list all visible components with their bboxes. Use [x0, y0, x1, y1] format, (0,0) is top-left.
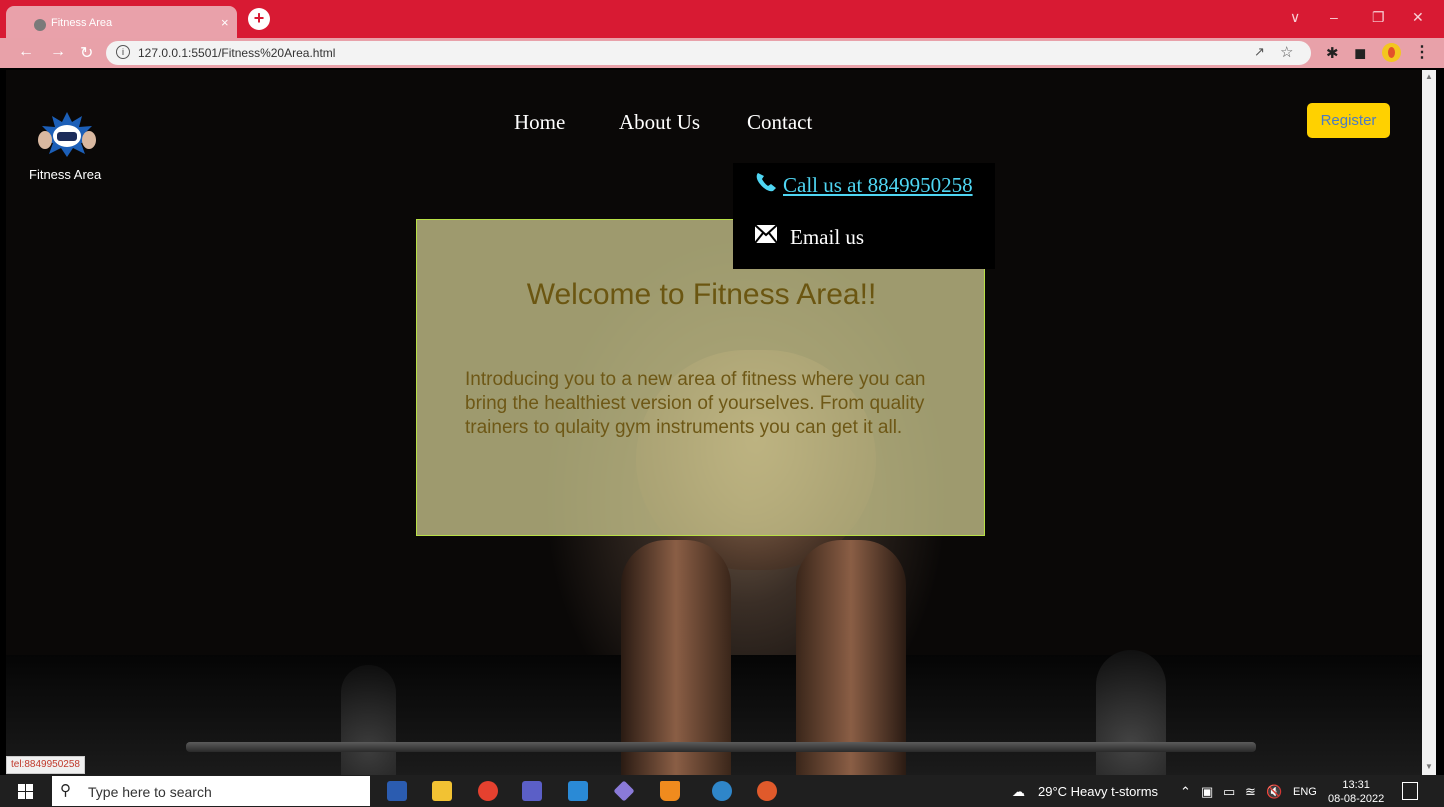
profile-avatar[interactable]	[1382, 43, 1401, 62]
background-athlete-leg	[796, 540, 906, 775]
phone-icon	[756, 173, 776, 192]
background-plate	[1096, 650, 1166, 775]
nav-about-us[interactable]: About Us	[619, 110, 700, 135]
scroll-down-icon[interactable]: ▼	[1425, 762, 1433, 771]
reload-icon[interactable]: ↻	[80, 43, 93, 63]
contact-dropdown: Call us at 8849950258 Email us	[733, 163, 995, 269]
wifi-icon[interactable]: ≊	[1245, 784, 1256, 800]
welcome-body: Introducing you to a new area of fitness…	[465, 369, 926, 438]
screen: Fitness Area × + ∨ – ❐ ✕ ← → ↻ i 127.0.0…	[0, 0, 1444, 807]
vscode-app-icon[interactable]	[568, 781, 588, 801]
tab-search-icon[interactable]: ∨	[1290, 9, 1300, 26]
meet-now-icon[interactable]: ▣	[1201, 784, 1213, 800]
tab-title: Fitness Area	[51, 17, 113, 29]
gitkraken-app-icon[interactable]	[613, 780, 635, 802]
scroll-up-icon[interactable]: ▲	[1425, 72, 1433, 81]
close-window-icon[interactable]: ✕	[1412, 9, 1424, 26]
menu-kebab-icon[interactable]: ⋮	[1414, 42, 1430, 62]
weather-cloud-icon[interactable]: ☁	[1012, 784, 1025, 800]
weather-text[interactable]: 29°C Heavy t-storms	[1038, 784, 1158, 799]
chrome-app-icon[interactable]	[478, 781, 498, 801]
language-indicator[interactable]: ENG	[1293, 786, 1317, 798]
restore-icon[interactable]: ❐	[1372, 9, 1385, 26]
chrome-profile-app-icon[interactable]	[712, 781, 732, 801]
back-icon[interactable]: ←	[18, 43, 34, 61]
file-explorer-icon[interactable]	[432, 781, 452, 801]
battery-icon[interactable]: ▭	[1223, 784, 1235, 800]
teams-app-icon[interactable]	[522, 781, 542, 801]
clock-time: 13:31	[1342, 779, 1370, 791]
background-plate	[341, 665, 396, 775]
envelope-icon	[755, 225, 777, 243]
register-button[interactable]: Register	[1307, 103, 1390, 138]
page-scrollbar[interactable]	[1422, 70, 1436, 775]
address-bar[interactable]: i 127.0.0.1:5501/Fitness%20Area.html ↗ ☆	[106, 41, 1311, 65]
taskbar-clock[interactable]: 13:31 08-08-2022	[1328, 778, 1384, 806]
page-viewport: Fitness Area Home About Us Contact Regis…	[6, 70, 1422, 775]
nav-home[interactable]: Home	[514, 110, 565, 135]
fitness-logo-icon[interactable]	[36, 110, 98, 158]
globe-icon	[34, 19, 46, 31]
share-icon[interactable]: ↗	[1254, 44, 1265, 60]
url-text[interactable]: 127.0.0.1:5501/Fitness%20Area.html	[138, 46, 335, 60]
extensions-puzzle-icon[interactable]: ✱	[1326, 44, 1339, 62]
address-bar-row: ← → ↻ i 127.0.0.1:5501/Fitness%20Area.ht…	[0, 38, 1444, 68]
vlc-app-icon[interactable]	[660, 781, 680, 801]
forward-icon[interactable]: →	[50, 43, 66, 61]
clock-date: 08-08-2022	[1328, 793, 1385, 805]
bookmark-star-icon[interactable]: ☆	[1280, 43, 1293, 61]
tab-close-icon[interactable]: ×	[221, 15, 229, 30]
logo-text[interactable]: Fitness Area	[29, 167, 101, 182]
call-us-text[interactable]: Call us at 8849950258	[783, 173, 973, 198]
email-us-text[interactable]: Email us	[790, 225, 864, 250]
taskbar-search-box[interactable]: ⚲ Type here to search	[52, 776, 370, 806]
link-status-bubble: tel:8849950258	[6, 756, 85, 774]
windows-start-icon[interactable]	[18, 784, 33, 799]
windows-taskbar: ⚲ Type here to search ☁ 29°C Heavy t-sto…	[0, 775, 1444, 807]
taskbar-search-placeholder[interactable]: Type here to search	[88, 784, 212, 800]
minimize-icon[interactable]: –	[1330, 9, 1338, 25]
nav-contact[interactable]: Contact	[747, 110, 812, 135]
welcome-title: Welcome to Fitness Area!!	[526, 278, 877, 311]
word-app-icon[interactable]	[387, 781, 407, 801]
notifications-icon[interactable]	[1402, 782, 1418, 800]
background-barbell	[186, 742, 1256, 752]
site-info-icon[interactable]: i	[116, 45, 130, 59]
browser-tab-strip: Fitness Area × + ∨ – ❐ ✕	[0, 0, 1444, 38]
browser-tab[interactable]: Fitness Area ×	[6, 6, 237, 38]
tray-overflow-icon[interactable]: ⌃	[1180, 784, 1191, 800]
new-tab-button[interactable]: +	[248, 8, 270, 30]
background-athlete-leg	[621, 540, 731, 775]
search-icon: ⚲	[60, 782, 71, 799]
volume-muted-icon[interactable]: 🔇	[1266, 784, 1282, 800]
chrome-active-app-icon[interactable]	[757, 781, 777, 801]
side-panel-icon[interactable]: ◼	[1354, 44, 1366, 62]
